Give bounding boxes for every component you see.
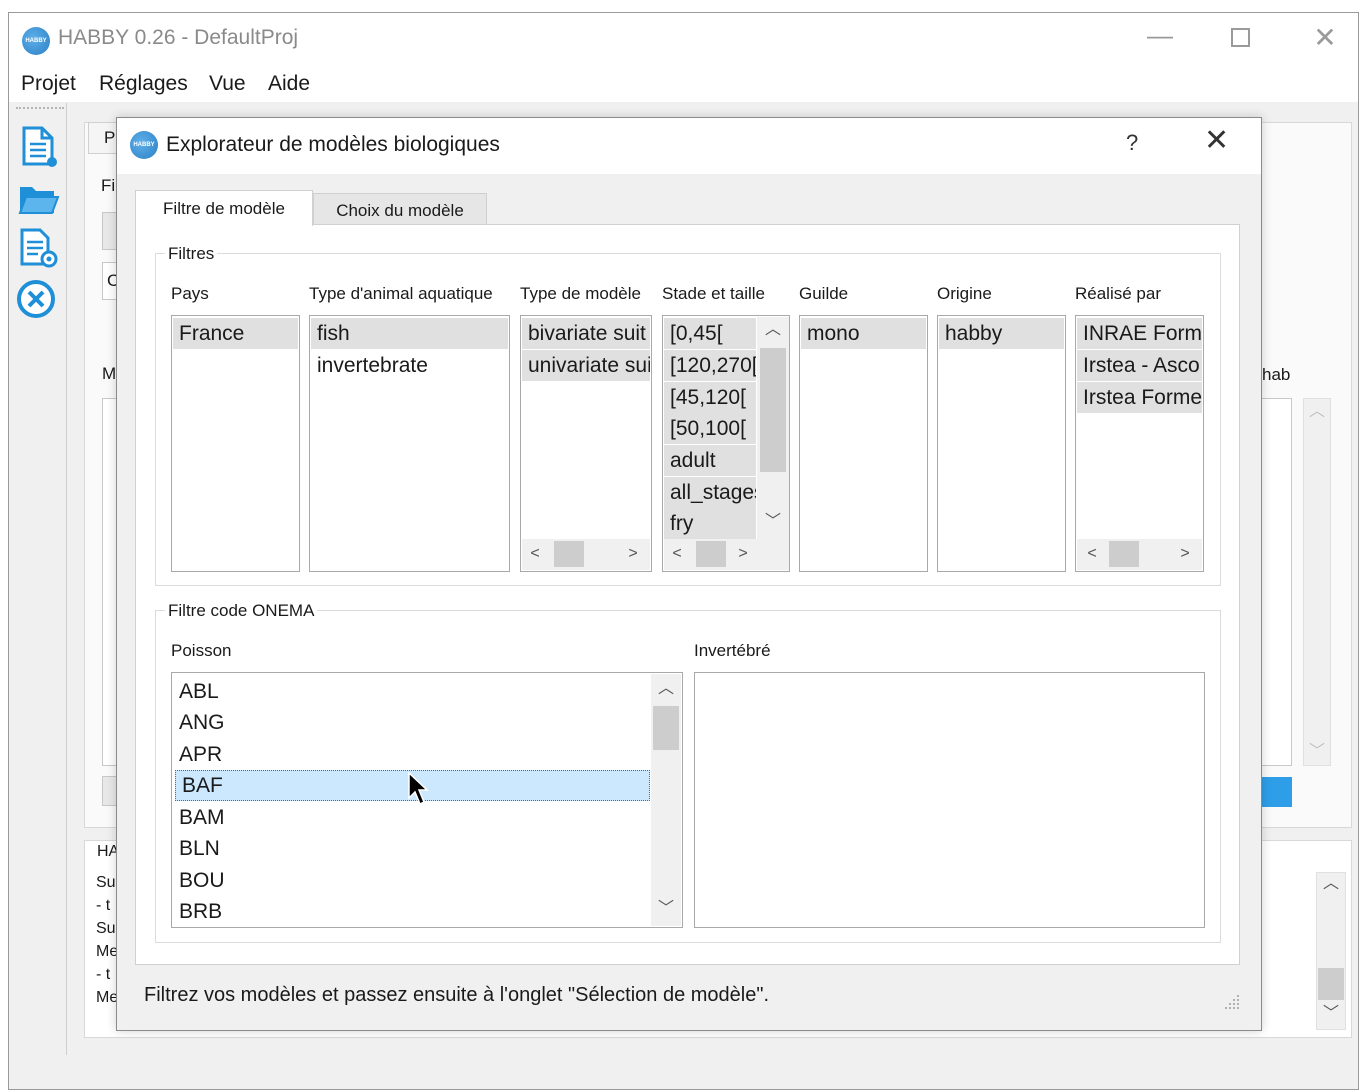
background-history-line: Su: [96, 874, 116, 891]
list-item[interactable]: INRAE Forme: [1077, 318, 1202, 349]
background-label-m: M: [102, 364, 117, 383]
stade-taille-list[interactable]: [0,45[ [120,270[ [45,120[ [50,100[ adult…: [662, 315, 790, 572]
list-item[interactable]: bivariate suit: [522, 318, 650, 349]
menu-aide[interactable]: Aide: [268, 72, 310, 96]
list-item[interactable]: habby: [939, 318, 1064, 349]
background-list-right: [1258, 398, 1292, 766]
list-item[interactable]: ANG: [173, 707, 649, 738]
mouse-cursor-icon: [408, 771, 432, 808]
background-history-line: Su: [96, 920, 116, 937]
column-label-origine: Origine: [937, 284, 992, 303]
list-item[interactable]: fish: [311, 318, 508, 349]
hscroll-thumb[interactable]: [1109, 541, 1139, 567]
list-item[interactable]: mono: [801, 318, 926, 349]
dialog-close-button[interactable]: ✕: [1204, 126, 1229, 156]
new-project-icon[interactable]: [16, 124, 60, 168]
history-scroll-up-icon[interactable]: ︿: [1320, 876, 1342, 892]
main-window-title: HABBY 0.26 - DefaultProj: [58, 26, 299, 49]
list-item[interactable]: BOU: [173, 865, 649, 896]
dialog-title: Explorateur de modèles biologiques: [166, 133, 500, 156]
menu-vue[interactable]: Vue: [209, 72, 246, 96]
tab-choix-du-modele[interactable]: Choix du modèle: [313, 193, 487, 225]
background-history-line: Me: [96, 943, 119, 960]
type-animal-list[interactable]: fish invertebrate: [309, 315, 510, 572]
background-scroll-down-icon[interactable]: ﹀: [1308, 744, 1326, 760]
close-project-icon[interactable]: [15, 277, 59, 321]
type-modele-list[interactable]: bivariate suit univariate sui < >: [520, 315, 652, 572]
list-item[interactable]: BRB: [173, 896, 649, 927]
scroll-up-icon[interactable]: ︿: [654, 681, 678, 697]
vscroll-thumb[interactable]: [760, 348, 786, 472]
scroll-up-icon[interactable]: ︿: [761, 322, 785, 338]
list-item[interactable]: adult: [664, 445, 756, 476]
invertebre-list[interactable]: [694, 672, 1205, 928]
list-item[interactable]: univariate sui: [522, 350, 650, 381]
realise-par-list[interactable]: INRAE Forme Irstea - Asco Irstea Forme <…: [1075, 315, 1204, 572]
menu-reglages[interactable]: Réglages: [99, 72, 188, 96]
vscroll-thumb[interactable]: [653, 706, 679, 750]
background-history-line: - t: [96, 966, 111, 983]
column-label-type-modele: Type de modèle: [520, 284, 641, 303]
onema-group-title: Filtre code ONEMA: [165, 601, 318, 621]
dialog-habby-logo-icon: HABBY: [130, 131, 158, 159]
list-item[interactable]: BLN: [173, 833, 649, 864]
list-item[interactable]: [0,45[: [664, 318, 756, 349]
background-field-label: Fi: [101, 176, 116, 195]
background-blue-button[interactable]: [1258, 777, 1292, 807]
list-item[interactable]: invertebrate: [311, 350, 508, 381]
scroll-right-icon[interactable]: >: [735, 546, 751, 562]
column-label-pays: Pays: [171, 284, 209, 303]
menu-projet[interactable]: Projet: [21, 72, 76, 96]
maximize-button[interactable]: [1231, 28, 1250, 47]
list-item[interactable]: APR: [173, 739, 649, 770]
resize-grip-icon[interactable]: [1222, 992, 1242, 1012]
list-item[interactable]: all_stages: [664, 477, 756, 508]
background-scrollbar[interactable]: [1303, 398, 1331, 766]
list-item[interactable]: [45,120[: [664, 382, 756, 413]
scroll-left-icon[interactable]: <: [669, 546, 685, 562]
dialog-help-button[interactable]: ?: [1126, 130, 1138, 156]
habby-logo-icon: HABBY: [22, 27, 50, 55]
hscroll-thumb[interactable]: [696, 541, 726, 567]
list-item[interactable]: Irstea Forme: [1077, 382, 1202, 413]
tab-filtre-de-modele[interactable]: Filtre de modèle: [135, 190, 313, 226]
background-label-hab: hab: [1262, 365, 1291, 384]
list-item[interactable]: [50,100[: [664, 413, 756, 444]
status-hint: Filtrez vos modèles et passez ensuite à …: [144, 984, 770, 1006]
column-label-type-animal: Type d'animal aquatique: [309, 284, 493, 303]
scroll-right-icon[interactable]: >: [625, 546, 641, 562]
column-label-realise-par: Réalisé par: [1075, 284, 1161, 303]
list-item[interactable]: ABL: [173, 676, 649, 707]
background-history-line: Me: [96, 989, 119, 1006]
project-properties-icon[interactable]: [16, 226, 60, 270]
list-item[interactable]: Irstea - Asco: [1077, 350, 1202, 381]
origine-list[interactable]: habby: [937, 315, 1066, 572]
filters-group-title: Filtres: [165, 244, 218, 264]
scroll-left-icon[interactable]: <: [527, 546, 543, 562]
scroll-down-icon[interactable]: ﹀: [761, 514, 785, 530]
history-scroll-down-icon[interactable]: ﹀: [1320, 1006, 1342, 1022]
column-label-stade-taille: Stade et taille: [662, 284, 766, 303]
background-tab-label: P: [104, 128, 116, 147]
column-label-guilde: Guilde: [799, 284, 849, 303]
list-item[interactable]: fry: [664, 508, 756, 539]
scroll-right-icon[interactable]: >: [1177, 546, 1193, 562]
hscroll-thumb[interactable]: [554, 541, 584, 567]
pays-list[interactable]: France: [171, 315, 300, 572]
minimize-button[interactable]: —: [1143, 22, 1177, 48]
scroll-left-icon[interactable]: <: [1084, 546, 1100, 562]
poisson-label: Poisson: [171, 641, 232, 660]
main-close-button[interactable]: ✕: [1308, 24, 1342, 52]
scroll-down-icon[interactable]: ﹀: [654, 901, 678, 917]
guilde-list[interactable]: mono: [799, 315, 928, 572]
list-item[interactable]: [120,270[: [664, 350, 756, 381]
history-scroll-thumb[interactable]: [1318, 968, 1344, 1000]
toolbar-grip[interactable]: [16, 107, 64, 109]
invertebre-label: Invertébré: [694, 641, 771, 660]
list-item[interactable]: France: [173, 318, 298, 349]
background-history-line: - t: [96, 897, 111, 914]
open-folder-icon[interactable]: [16, 177, 60, 221]
background-scroll-up-icon[interactable]: ︿: [1308, 404, 1326, 420]
